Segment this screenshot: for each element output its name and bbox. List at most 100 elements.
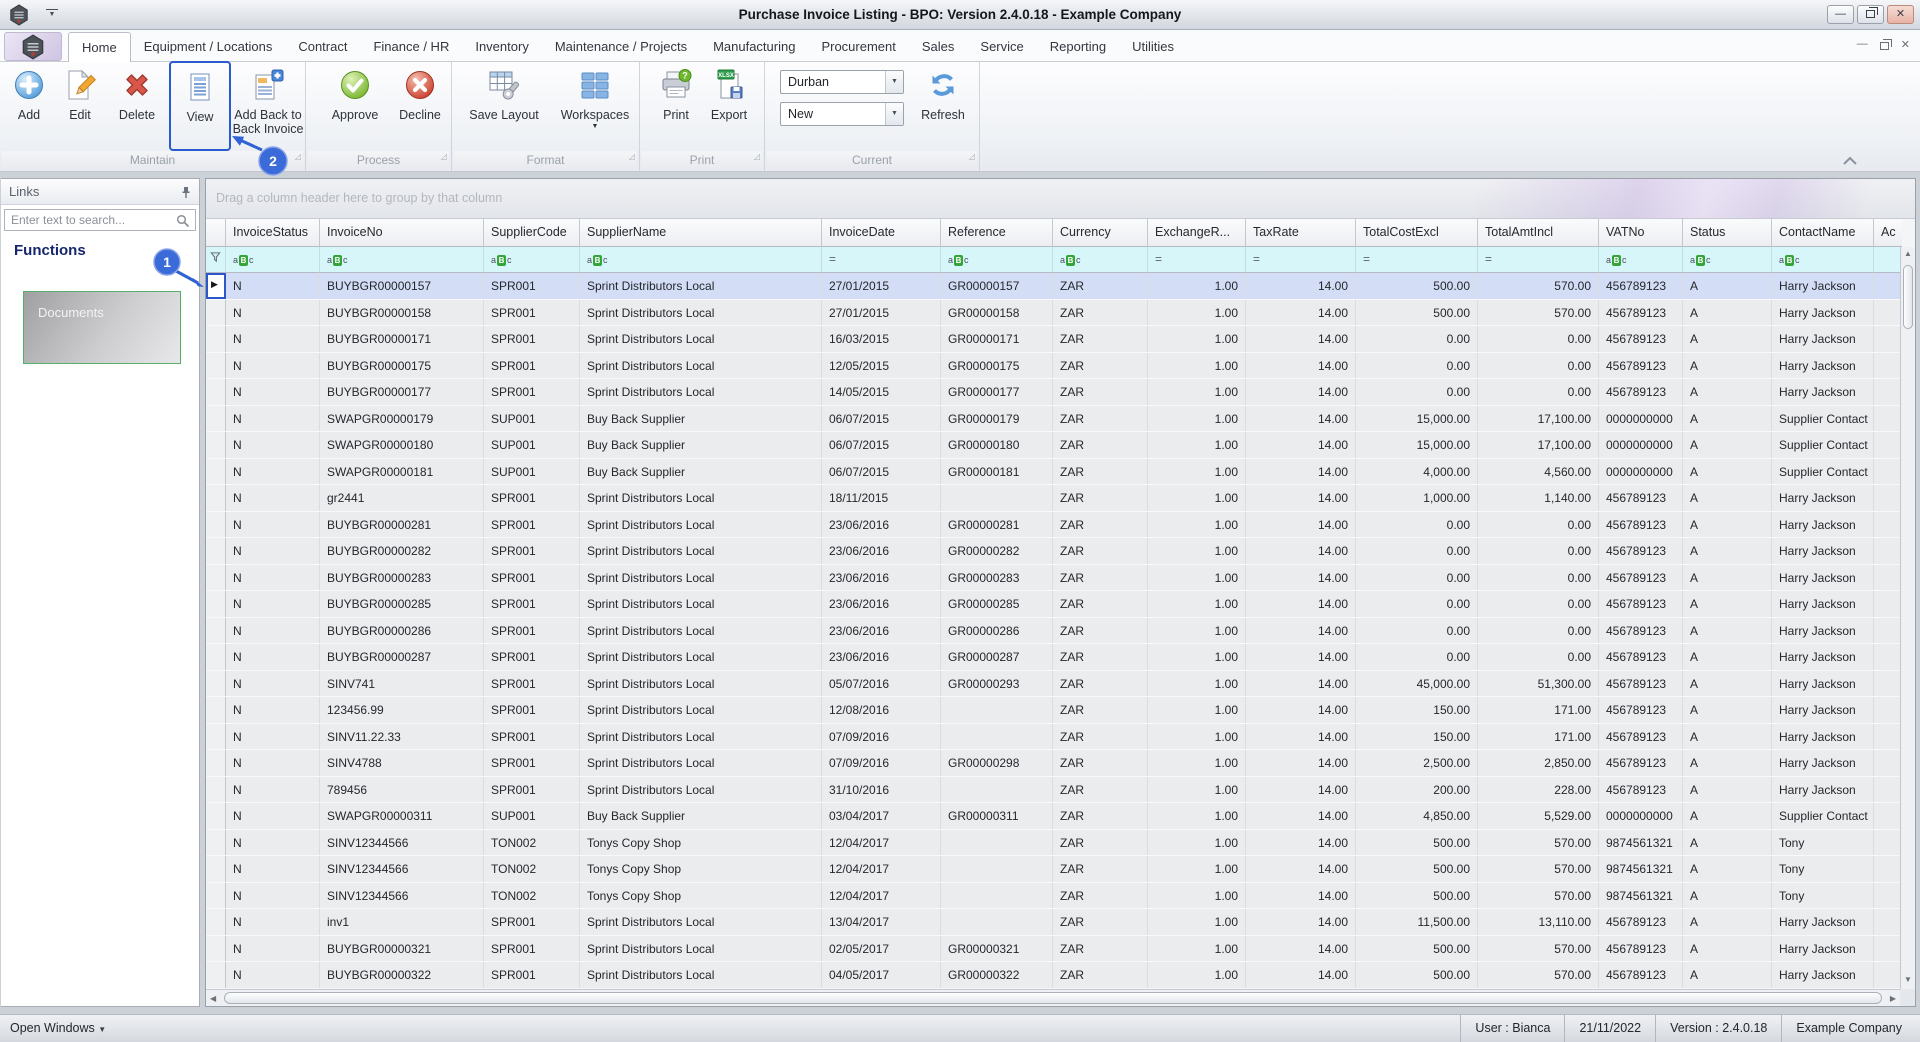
cell-currency[interactable]: ZAR xyxy=(1053,671,1148,697)
filter-cell-status[interactable]: aBc xyxy=(1683,247,1772,273)
cell-vatno[interactable]: 456789123 xyxy=(1599,512,1683,538)
cell-invoicedate[interactable]: 03/04/2017 xyxy=(822,803,941,829)
cell-suppliercode[interactable]: SUP001 xyxy=(484,459,580,485)
cell-currency[interactable]: ZAR xyxy=(1053,353,1148,379)
cell-suppliercode[interactable]: SPR001 xyxy=(484,485,580,511)
cell-vatno[interactable]: 456789123 xyxy=(1599,644,1683,670)
cell-totalamtincl[interactable]: 570.00 xyxy=(1478,962,1599,988)
cell-exchanger[interactable]: 1.00 xyxy=(1148,273,1246,299)
dialog-launcher-icon[interactable]: ◿ xyxy=(754,148,760,166)
cell-reference[interactable] xyxy=(941,777,1053,803)
filter-cell-suppliercode[interactable]: aBc xyxy=(484,247,580,273)
dialog-launcher-icon[interactable]: ◿ xyxy=(295,148,301,166)
cell-invoiceno[interactable]: BUYBGR00000285 xyxy=(320,591,484,617)
cell-totalamtincl[interactable]: 570.00 xyxy=(1478,936,1599,962)
delete-button[interactable]: Delete xyxy=(108,65,166,122)
documents-function-tile[interactable]: Documents xyxy=(23,291,181,364)
cell-currency[interactable]: ZAR xyxy=(1053,777,1148,803)
table-row[interactable]: NSINV12344566TON002Tonys Copy Shop12/04/… xyxy=(206,856,1902,883)
restore-button[interactable] xyxy=(1857,5,1884,24)
cell-vatno[interactable]: 456789123 xyxy=(1599,962,1683,988)
cell-invoicedate[interactable]: 23/06/2016 xyxy=(822,618,941,644)
column-header-currency[interactable]: Currency xyxy=(1053,219,1148,247)
cell-suppliername[interactable]: Sprint Distributors Local xyxy=(580,512,822,538)
cell-vatno[interactable]: 0000000000 xyxy=(1599,803,1683,829)
table-row[interactable]: NBUYBGR00000283SPR001Sprint Distributors… xyxy=(206,565,1902,592)
cell-contactname[interactable]: Tony xyxy=(1772,883,1874,909)
column-header-suppliername[interactable]: SupplierName xyxy=(580,219,822,247)
cell-totalamtincl[interactable]: 0.00 xyxy=(1478,644,1599,670)
cell-contactname[interactable]: Harry Jackson xyxy=(1772,565,1874,591)
cell-currency[interactable]: ZAR xyxy=(1053,591,1148,617)
cell-suppliername[interactable]: Sprint Distributors Local xyxy=(580,353,822,379)
dialog-launcher-icon[interactable]: ◿ xyxy=(629,148,635,166)
cell-suppliername[interactable]: Sprint Distributors Local xyxy=(580,565,822,591)
cell-status[interactable]: A xyxy=(1683,353,1772,379)
cell-suppliercode[interactable]: SPR001 xyxy=(484,300,580,326)
cell-taxrate[interactable]: 14.00 xyxy=(1246,432,1356,458)
cell-currency[interactable]: ZAR xyxy=(1053,326,1148,352)
cell-reference[interactable]: GR00000180 xyxy=(941,432,1053,458)
cell-reference[interactable]: GR00000179 xyxy=(941,406,1053,432)
cell-totalcostexcl[interactable]: 150.00 xyxy=(1356,697,1478,723)
cell-taxrate[interactable]: 14.00 xyxy=(1246,671,1356,697)
cell-exchanger[interactable]: 1.00 xyxy=(1148,777,1246,803)
tab-sales[interactable]: Sales xyxy=(909,32,968,62)
cell-invoicestatus[interactable]: N xyxy=(226,326,320,352)
cell-suppliername[interactable]: Sprint Distributors Local xyxy=(580,777,822,803)
scroll-up-icon[interactable]: ▲ xyxy=(1901,247,1915,261)
cell-vatno[interactable]: 0000000000 xyxy=(1599,432,1683,458)
cell-invoicestatus[interactable]: N xyxy=(226,406,320,432)
cell-invoicedate[interactable]: 16/03/2015 xyxy=(822,326,941,352)
cell-totalcostexcl[interactable]: 500.00 xyxy=(1356,273,1478,299)
cell-status[interactable]: A xyxy=(1683,618,1772,644)
cell-taxrate[interactable]: 14.00 xyxy=(1246,936,1356,962)
table-row[interactable]: NSWAPGR00000181SUP001Buy Back Supplier06… xyxy=(206,459,1902,486)
column-header-taxrate[interactable]: TaxRate xyxy=(1246,219,1356,247)
cell-totalcostexcl[interactable]: 0.00 xyxy=(1356,326,1478,352)
add-back-to-back-invoice-button[interactable]: Add Back to Back Invoice xyxy=(232,65,304,137)
cell-invoicedate[interactable]: 18/11/2015 xyxy=(822,485,941,511)
table-row[interactable]: NSWAPGR00000179SUP001Buy Back Supplier06… xyxy=(206,406,1902,433)
cell-suppliercode[interactable]: SPR001 xyxy=(484,724,580,750)
cell-totalcostexcl[interactable]: 0.00 xyxy=(1356,353,1478,379)
cell-totalcostexcl[interactable]: 0.00 xyxy=(1356,379,1478,405)
cell-taxrate[interactable]: 14.00 xyxy=(1246,856,1356,882)
cell-totalamtincl[interactable]: 171.00 xyxy=(1478,724,1599,750)
cell-contactname[interactable]: Supplier Contact xyxy=(1772,406,1874,432)
column-header-totalamtincl[interactable]: TotalAmtIncl xyxy=(1478,219,1599,247)
cell-invoiceno[interactable]: 789456 xyxy=(320,777,484,803)
cell-currency[interactable]: ZAR xyxy=(1053,644,1148,670)
approve-button[interactable]: Approve xyxy=(322,65,388,122)
cell-reference[interactable] xyxy=(941,697,1053,723)
cell-totalcostexcl[interactable]: 0.00 xyxy=(1356,618,1478,644)
cell-taxrate[interactable]: 14.00 xyxy=(1246,883,1356,909)
cell-taxrate[interactable]: 14.00 xyxy=(1246,962,1356,988)
filter-cell-ac[interactable] xyxy=(1874,247,1902,273)
cell-reference[interactable] xyxy=(941,883,1053,909)
cell-taxrate[interactable]: 14.00 xyxy=(1246,909,1356,935)
cell-currency[interactable]: ZAR xyxy=(1053,697,1148,723)
cell-exchanger[interactable]: 1.00 xyxy=(1148,618,1246,644)
cell-suppliercode[interactable]: SPR001 xyxy=(484,697,580,723)
table-row[interactable]: N789456SPR001Sprint Distributors Local31… xyxy=(206,777,1902,804)
cell-invoiceno[interactable]: BUYBGR00000175 xyxy=(320,353,484,379)
table-row[interactable]: NBUYBGR00000285SPR001Sprint Distributors… xyxy=(206,591,1902,618)
cell-status[interactable]: A xyxy=(1683,724,1772,750)
cell-status[interactable]: A xyxy=(1683,671,1772,697)
cell-totalamtincl[interactable]: 570.00 xyxy=(1478,273,1599,299)
tab-manufacturing[interactable]: Manufacturing xyxy=(700,32,808,62)
cell-suppliername[interactable]: Sprint Distributors Local xyxy=(580,962,822,988)
cell-totalcostexcl[interactable]: 4,000.00 xyxy=(1356,459,1478,485)
table-row[interactable]: NBUYBGR00000175SPR001Sprint Distributors… xyxy=(206,353,1902,380)
cell-exchanger[interactable]: 1.00 xyxy=(1148,936,1246,962)
cell-totalcostexcl[interactable]: 15,000.00 xyxy=(1356,406,1478,432)
cell-totalamtincl[interactable]: 1,140.00 xyxy=(1478,485,1599,511)
cell-exchanger[interactable]: 1.00 xyxy=(1148,485,1246,511)
cell-status[interactable]: A xyxy=(1683,909,1772,935)
cell-vatno[interactable]: 456789123 xyxy=(1599,591,1683,617)
cell-reference[interactable]: GR00000298 xyxy=(941,750,1053,776)
cell-suppliername[interactable]: Tonys Copy Shop xyxy=(580,830,822,856)
cell-invoicestatus[interactable]: N xyxy=(226,936,320,962)
cell-invoiceno[interactable]: BUYBGR00000171 xyxy=(320,326,484,352)
